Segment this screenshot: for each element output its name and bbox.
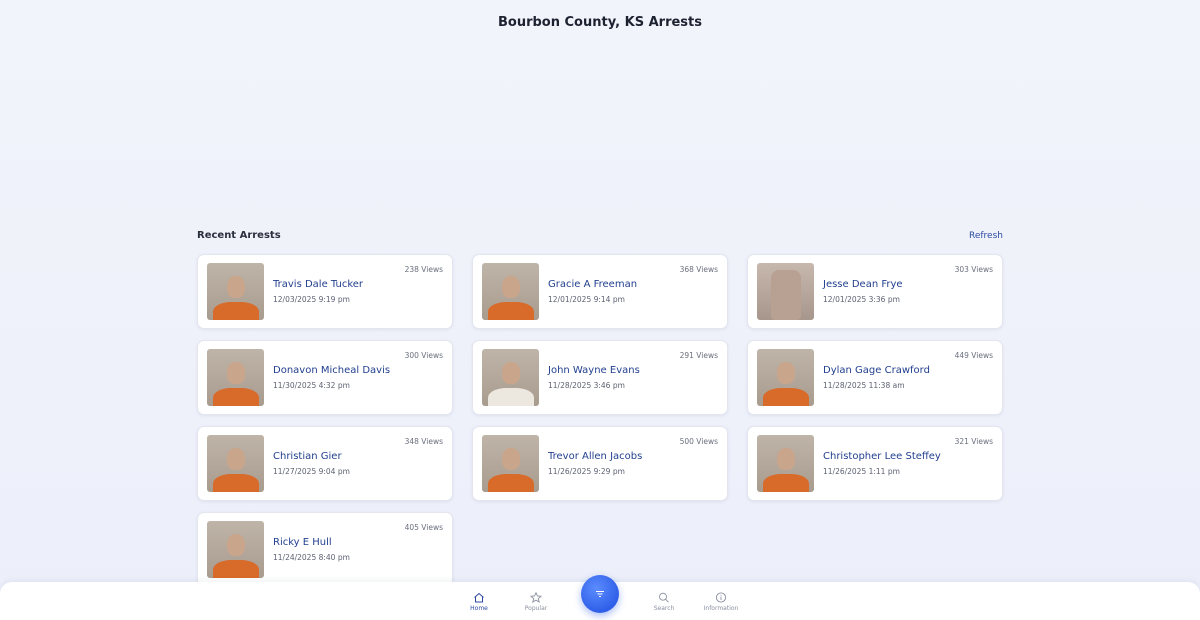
nav-search[interactable]: Search [634,592,694,612]
arrest-info: Gracie A Freeman 12/01/2025 9:14 pm [548,279,637,304]
view-count: 449 Views [954,351,993,360]
arrest-card[interactable]: John Wayne Evans 11/28/2025 3:46 pm 291 … [472,340,728,415]
view-count: 303 Views [954,265,993,274]
arrest-card[interactable]: Gracie A Freeman 12/01/2025 9:14 pm 368 … [472,254,728,329]
mugshot-photo [482,435,539,492]
home-icon [474,592,484,603]
nav-popular-label: Popular [524,605,548,612]
view-count: 348 Views [404,437,443,446]
view-count: 321 Views [954,437,993,446]
arrest-card[interactable]: Trevor Allen Jacobs 11/26/2025 9:29 pm 5… [472,426,728,501]
filter-icon [596,591,604,597]
filter-button[interactable] [581,575,619,613]
page-title: Bourbon County, KS Arrests [497,15,702,30]
arrests-grid: Travis Dale Tucker 12/03/2025 9:19 pm 23… [197,254,1003,587]
arrest-name[interactable]: Christian Gier [273,451,350,462]
arrest-name[interactable]: Donavon Micheal Davis [273,365,390,376]
nav-information-label: Information [703,605,739,612]
mugshot-photo [757,349,814,406]
arrest-info: Jesse Dean Frye 12/01/2025 3:36 pm [823,279,903,304]
view-count: 300 Views [404,351,443,360]
nav-popular[interactable]: Popular [506,592,566,612]
arrest-date: 12/03/2025 9:19 pm [273,295,350,304]
arrest-date: 11/26/2025 1:11 pm [823,467,900,476]
arrest-name[interactable]: Trevor Allen Jacobs [548,451,642,462]
arrest-name[interactable]: Gracie A Freeman [548,279,637,290]
arrest-date: 11/30/2025 4:32 pm [273,381,350,390]
arrest-name[interactable]: Dylan Gage Crawford [823,365,930,376]
arrest-date: 11/28/2025 11:38 am [823,381,905,390]
mugshot-photo [482,349,539,406]
arrest-info: Trevor Allen Jacobs 11/26/2025 9:29 pm [548,451,642,476]
arrest-name[interactable]: John Wayne Evans [548,365,640,376]
view-count: 238 Views [404,265,443,274]
arrest-info: Christopher Lee Steffey 11/26/2025 1:11 … [823,451,941,476]
mugshot-photo [207,349,264,406]
arrest-card[interactable]: Ricky E Hull 11/24/2025 8:40 pm 405 View… [197,512,453,587]
arrest-card[interactable]: Christian Gier 11/27/2025 9:04 pm 348 Vi… [197,426,453,501]
view-count: 500 Views [679,437,718,446]
arrest-info: Travis Dale Tucker 12/03/2025 9:19 pm [273,279,363,304]
arrest-info: John Wayne Evans 11/28/2025 3:46 pm [548,365,640,390]
arrest-card[interactable]: Dylan Gage Crawford 11/28/2025 11:38 am … [747,340,1003,415]
arrest-card[interactable]: Jesse Dean Frye 12/01/2025 3:36 pm 303 V… [747,254,1003,329]
arrest-date: 11/24/2025 8:40 pm [273,553,350,562]
mugshot-photo [482,263,539,320]
arrest-name[interactable]: Christopher Lee Steffey [823,451,941,462]
mugshot-photo [757,435,814,492]
view-count: 368 Views [679,265,718,274]
mugshot-photo [207,263,264,320]
section-header: Recent Arrests Refresh [197,230,1003,241]
arrest-card[interactable]: Christopher Lee Steffey 11/26/2025 1:11 … [747,426,1003,501]
mugshot-photo [207,521,264,578]
info-icon [715,592,727,603]
nav-home-label: Home [470,605,488,612]
arrest-name[interactable]: Ricky E Hull [273,537,350,548]
arrest-info: Christian Gier 11/27/2025 9:04 pm [273,451,350,476]
arrest-date: 11/28/2025 3:46 pm [548,381,625,390]
refresh-button[interactable]: Refresh [969,231,1003,241]
star-icon [530,592,542,603]
arrest-info: Ricky E Hull 11/24/2025 8:40 pm [273,537,350,562]
nav-information[interactable]: Information [691,592,751,612]
arrest-card[interactable]: Travis Dale Tucker 12/03/2025 9:19 pm 23… [197,254,453,329]
mugshot-photo [757,263,814,320]
arrest-date: 12/01/2025 9:14 pm [548,295,625,304]
arrest-name[interactable]: Jesse Dean Frye [823,279,903,290]
view-count: 291 Views [679,351,718,360]
arrest-date: 12/01/2025 3:36 pm [823,295,900,304]
nav-search-label: Search [653,605,675,612]
arrest-name[interactable]: Travis Dale Tucker [273,279,363,290]
nav-home[interactable]: Home [449,592,509,612]
section-title: Recent Arrests [197,230,281,241]
arrest-date: 11/26/2025 9:29 pm [548,467,625,476]
mugshot-photo [207,435,264,492]
arrest-card[interactable]: Donavon Micheal Davis 11/30/2025 4:32 pm… [197,340,453,415]
arrest-date: 11/27/2025 9:04 pm [273,467,350,476]
search-icon [659,592,669,603]
arrest-info: Dylan Gage Crawford 11/28/2025 11:38 am [823,365,930,390]
view-count: 405 Views [404,523,443,532]
arrest-info: Donavon Micheal Davis 11/30/2025 4:32 pm [273,365,390,390]
